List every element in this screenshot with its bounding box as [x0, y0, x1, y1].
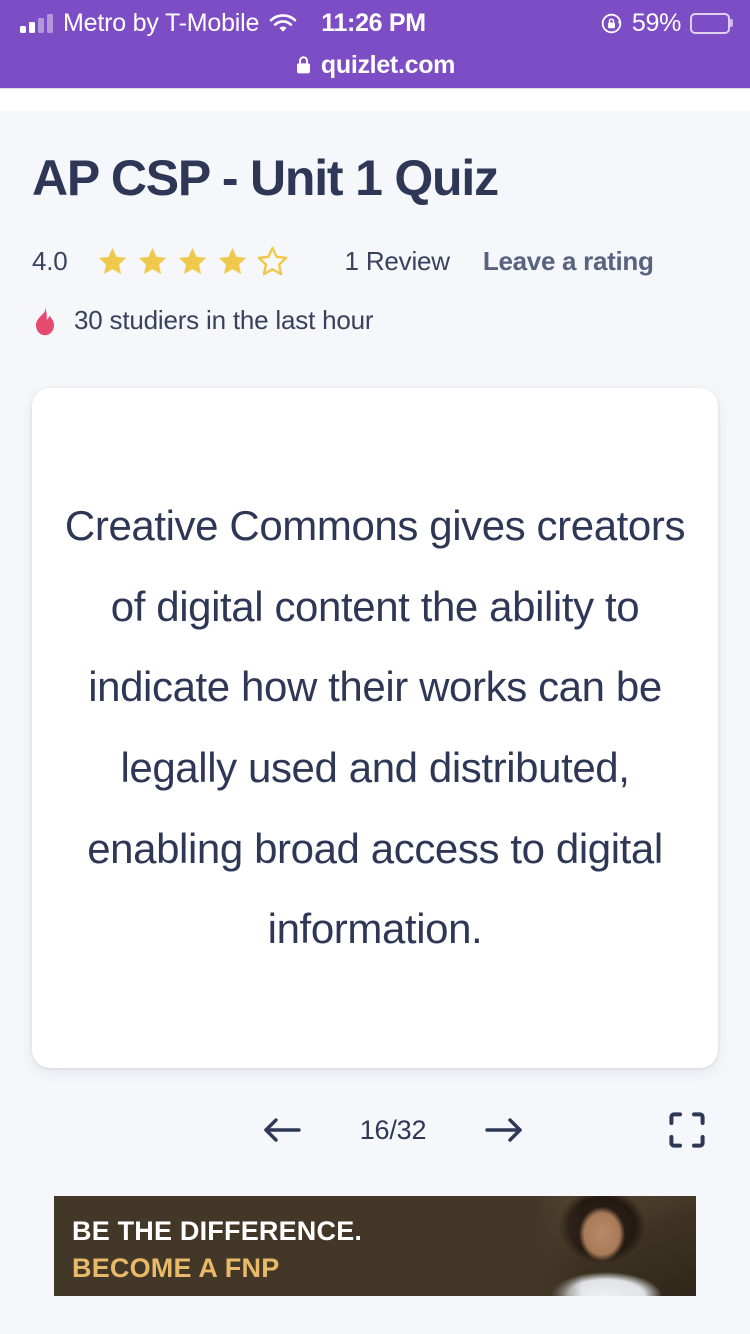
card-nav-cluster: 16/32 — [225, 1113, 525, 1147]
ad-copy: BE THE DIFFERENCE. BECOME A FNP — [72, 1215, 362, 1285]
page-content: AP CSP - Unit 1 Quiz 4.0 1 Review Leave … — [0, 111, 750, 1334]
browser-url-bar[interactable]: quizlet.com — [0, 46, 750, 88]
rating-row: 4.0 1 Review Leave a rating — [32, 244, 718, 278]
browser-content-gap — [0, 89, 750, 111]
battery-icon — [690, 12, 730, 34]
studiers-row: 30 studiers in the last hour — [32, 305, 718, 336]
flashcard-text: Creative Commons gives creators of digit… — [64, 502, 686, 953]
card-navigation: 16/32 — [32, 1102, 718, 1158]
fullscreen-expand-icon[interactable] — [668, 1111, 706, 1149]
status-bar-clock: 11:26 PM — [321, 8, 426, 37]
studiers-text: 30 studiers in the last hour — [74, 305, 374, 335]
page-title: AP CSP - Unit 1 Quiz — [32, 150, 499, 206]
status-bar-right: 59% — [600, 9, 730, 38]
status-bar-left: Metro by T-Mobile 11:26 PM — [20, 9, 426, 38]
next-card-button[interactable] — [483, 1113, 525, 1147]
status-bar: Metro by T-Mobile 11:26 PM 59% — [0, 0, 750, 46]
carrier-name: Metro by T-Mobile — [63, 8, 260, 37]
ad-photo — [536, 1196, 696, 1296]
url-text: quizlet.com — [320, 50, 456, 79]
flashcard[interactable]: Creative Commons gives creators of digit… — [32, 388, 718, 1068]
rotation-lock-icon — [600, 12, 623, 35]
star-icon-filled[interactable] — [177, 246, 208, 276]
star-icon-filled[interactable] — [217, 246, 248, 276]
ad-subheadline: BECOME A FNP — [72, 1252, 280, 1283]
rating-score: 4.0 — [32, 245, 68, 276]
star-icon-outline[interactable] — [257, 246, 288, 276]
previous-card-button[interactable] — [261, 1113, 303, 1147]
advertisement-banner[interactable]: BE THE DIFFERENCE. BECOME A FNP — [54, 1196, 696, 1296]
star-rating[interactable] — [97, 246, 288, 276]
star-icon-filled[interactable] — [97, 246, 128, 276]
card-counter: 16/32 — [359, 1114, 427, 1145]
review-count: 1 Review — [344, 245, 451, 276]
star-icon-filled[interactable] — [137, 246, 168, 276]
cellular-signal-icon — [20, 13, 53, 33]
leave-a-rating-link[interactable]: Leave a rating — [483, 246, 654, 277]
battery-percentage: 59% — [631, 8, 681, 37]
flame-icon — [32, 306, 58, 336]
wifi-icon — [269, 13, 297, 34]
lock-icon — [295, 55, 312, 75]
ad-headline: BE THE DIFFERENCE. — [72, 1216, 363, 1246]
